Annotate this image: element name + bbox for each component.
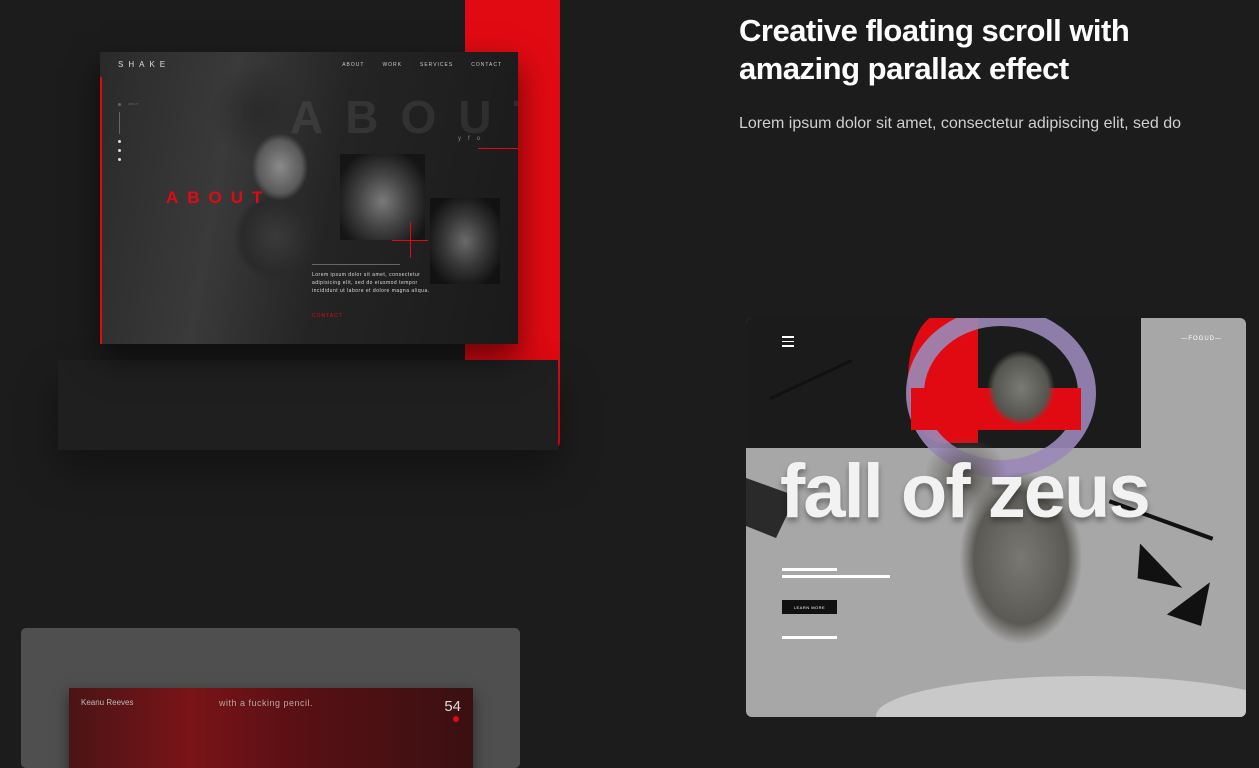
text-separator bbox=[312, 264, 400, 265]
zeus-title: fall of zeus bbox=[780, 449, 1151, 534]
keanu-page-preview[interactable]: Keanu Reeves with a fucking pencil. 54 bbox=[21, 628, 520, 768]
nav-work: WORK bbox=[382, 62, 402, 68]
side-indicator-line bbox=[119, 112, 120, 134]
nav-about: ABOUT bbox=[342, 62, 365, 68]
person-name: Keanu Reeves bbox=[81, 698, 134, 707]
about-title: ABOUT bbox=[166, 188, 272, 207]
red-cross-vertical bbox=[410, 222, 411, 258]
nav-services: SERVICES bbox=[420, 62, 454, 68]
decor-line bbox=[782, 568, 837, 571]
shake-logo: SHAKE bbox=[118, 60, 171, 69]
red-dot bbox=[453, 716, 459, 722]
card-shadow-panel bbox=[58, 360, 558, 450]
shard bbox=[1162, 582, 1221, 634]
about-body-text: Lorem ipsum dolor sit amet, consectetur … bbox=[312, 272, 430, 294]
shard bbox=[1123, 544, 1189, 603]
social-icons: y f o bbox=[458, 136, 480, 142]
about-background-word: ABOUT bbox=[290, 91, 518, 143]
portrait-thumbnail-1 bbox=[340, 154, 425, 240]
about-page-preview[interactable]: SHAKE ABOUT WORK SERVICES CONTACT ABOUT … bbox=[100, 52, 518, 344]
hamburger-menu-icon[interactable] bbox=[782, 336, 794, 350]
side-indicator-dot bbox=[118, 103, 121, 106]
decor-line bbox=[782, 575, 890, 578]
zeus-brand: —FOGUD— bbox=[1181, 336, 1222, 342]
section-subtext: Lorem ipsum dolor sit amet, consectetur … bbox=[739, 115, 1181, 132]
red-hero-image: Keanu Reeves with a fucking pencil. 54 bbox=[69, 688, 473, 768]
counter-number: 54 bbox=[444, 698, 461, 715]
social-underline bbox=[478, 148, 518, 149]
preview-nav: ABOUT WORK SERVICES CONTACT bbox=[342, 62, 502, 68]
hero-caption: with a fucking pencil. bbox=[219, 698, 314, 708]
pagination-dot bbox=[118, 158, 121, 161]
zeus-page-preview[interactable]: —FOGUD— fall of zeus LEARN MORE bbox=[746, 318, 1246, 717]
facebook-icon: f bbox=[468, 136, 470, 142]
side-pagination-dots bbox=[118, 140, 121, 167]
twitter-icon: y bbox=[458, 136, 461, 142]
side-indicator-label: ABOUT bbox=[128, 102, 139, 106]
learn-more-button[interactable]: LEARN MORE bbox=[782, 600, 837, 614]
nav-contact: CONTACT bbox=[471, 62, 502, 68]
contact-link: CONTACT bbox=[312, 313, 343, 319]
pagination-dot bbox=[118, 140, 121, 143]
decor-line bbox=[782, 636, 837, 639]
portrait-thumbnail-2 bbox=[430, 198, 500, 284]
red-left-line bbox=[100, 77, 102, 344]
section-headline: Creative floating scroll with amazing pa… bbox=[739, 13, 1130, 86]
pagination-dot bbox=[118, 149, 121, 152]
instagram-icon: o bbox=[476, 136, 481, 142]
